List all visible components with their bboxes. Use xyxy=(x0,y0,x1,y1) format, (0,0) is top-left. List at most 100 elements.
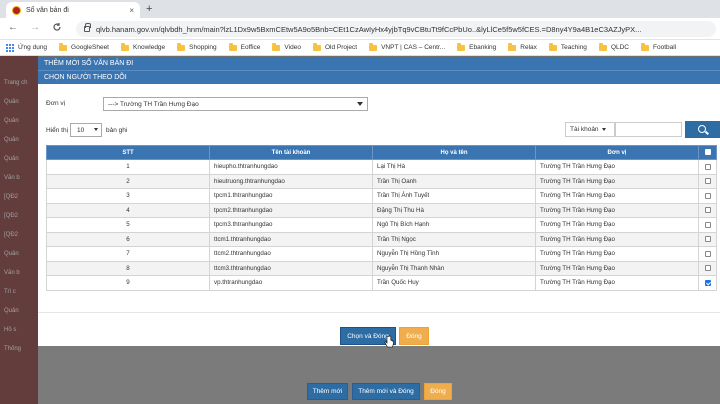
bookmark-label: QLDC xyxy=(610,44,629,51)
folder-icon xyxy=(228,42,237,51)
url-field[interactable]: qlvb.hanam.gov.vn/qlvbdh_hnm/main?lzL1Dx… xyxy=(76,21,716,37)
bookmark-item[interactable]: Video xyxy=(272,42,301,51)
bookmark-item[interactable]: QLDC xyxy=(598,42,629,51)
sidebar-item[interactable]: Văn b xyxy=(4,175,20,181)
table-row[interactable]: 6 ttcm1.thtranhungdao Trần Thị Ngọc Trường … xyxy=(46,231,717,247)
apps-grid-icon xyxy=(6,43,14,52)
close-tab-icon[interactable]: × xyxy=(129,6,134,15)
sidebar-item[interactable]: Trì c xyxy=(4,289,16,295)
site-favicon-icon xyxy=(12,5,21,15)
filter-field-select[interactable]: Tài khoản xyxy=(565,122,615,137)
cell-name: Đặng Thị Thu Hà xyxy=(372,202,536,218)
cell-unit: Trường TH Trần Hưng Đạo xyxy=(535,217,699,233)
apps-shortcut[interactable]: Ứng dụng xyxy=(6,43,47,52)
row-select-checkbox[interactable] xyxy=(698,188,717,204)
table-row[interactable]: 2 hieutruong.thtranhungdao Trần Thị Oanh Tr… xyxy=(46,173,717,189)
bookmark-item[interactable]: VNPT | CAS – Centr... xyxy=(369,42,446,51)
sidebar-item[interactable]: Quản xyxy=(4,137,19,143)
cell-stt: 1 xyxy=(46,159,210,175)
sidebar-item[interactable]: [QĐ2 xyxy=(4,194,18,200)
sidebar-item[interactable]: Quản xyxy=(4,251,19,257)
checked-checkbox-icon xyxy=(704,279,711,286)
bookmark-label: Knowledge xyxy=(133,44,166,51)
add-and-close-button[interactable]: Thêm mới và Đóng xyxy=(352,383,420,400)
select-all-checkbox[interactable] xyxy=(698,145,717,160)
bookmark-item[interactable]: Old Project xyxy=(312,42,358,51)
row-select-checkbox[interactable] xyxy=(698,231,717,247)
new-tab-button[interactable]: + xyxy=(146,3,152,15)
table-row[interactable]: 3 tpcm1.thtranhungdao Trần Thị Ánh Tuyết Tr… xyxy=(46,188,717,204)
cell-stt: 3 xyxy=(46,188,210,204)
bookmark-label: Shopping xyxy=(189,44,217,51)
folder-icon xyxy=(272,42,281,51)
table-row[interactable]: 8 ttcm3.thtranhungdao Nguyễn Thị Thanh Nhà… xyxy=(46,260,717,276)
sidebar-item[interactable]: Trang ch xyxy=(4,80,27,86)
bookmark-label: Video xyxy=(284,44,301,51)
bookmarks-bar: Ứng dụng GoogleSheet Knowledge Shopping Eoff… xyxy=(0,40,720,56)
cell-unit: Trường TH Trần Hưng Đạo xyxy=(535,188,699,204)
row-select-checkbox[interactable] xyxy=(698,159,717,175)
row-select-checkbox[interactable] xyxy=(698,246,717,262)
background-close-button[interactable]: Đóng xyxy=(424,383,452,400)
close-button[interactable]: Đóng xyxy=(399,327,429,345)
search-icon xyxy=(697,124,706,133)
sidebar-item[interactable]: [QĐ2 xyxy=(4,232,18,238)
sidebar-item[interactable]: Hồ s xyxy=(4,327,16,333)
folder-icon xyxy=(369,42,378,51)
cell-name: Lại Thị Hà xyxy=(372,159,536,175)
table-row[interactable]: 9 vp.thtranhungdao Trần Quốc Huy Trường TH … xyxy=(46,275,717,291)
row-select-checkbox[interactable] xyxy=(698,275,717,291)
sidebar-item[interactable]: Quản xyxy=(4,99,19,105)
add-new-button[interactable]: Thêm mới xyxy=(307,383,348,400)
page-length-select[interactable]: 10 xyxy=(70,123,102,137)
bookmark-item[interactable]: Football xyxy=(641,42,676,51)
row-select-checkbox[interactable] xyxy=(698,260,717,276)
bookmark-label: Relax xyxy=(520,44,537,51)
folder-icon xyxy=(312,42,321,51)
column-header-stt: STT xyxy=(46,145,210,160)
bookmark-label: Old Project xyxy=(324,44,358,51)
search-button[interactable] xyxy=(685,121,720,138)
cell-unit: Trường TH Trần Hưng Đạo xyxy=(535,231,699,247)
folder-icon xyxy=(598,42,607,51)
bookmark-item[interactable]: Knowledge xyxy=(121,42,166,51)
reload-icon[interactable] xyxy=(52,22,62,36)
sidebar-item[interactable]: [QĐ2 xyxy=(4,213,18,219)
bookmark-item[interactable]: Teaching xyxy=(548,42,587,51)
sidebar-item[interactable]: Quản xyxy=(4,308,19,314)
cell-unit: Trường TH Trần Hưng Đạo xyxy=(535,202,699,218)
browser-tab[interactable]: Sổ văn bản đi × xyxy=(6,2,140,18)
unit-select[interactable]: ---> Trường TH Trần Hưng Đạo xyxy=(103,97,368,111)
checkbox-icon xyxy=(704,149,711,156)
cell-stt: 7 xyxy=(46,246,210,262)
sidebar-item[interactable]: Quản xyxy=(4,118,19,124)
cell-stt: 5 xyxy=(46,217,210,233)
cell-unit: Trường TH Trần Hưng Đạo xyxy=(535,159,699,175)
bookmark-label: VNPT | CAS – Centr... xyxy=(381,44,446,51)
table-row[interactable]: 5 tpcm3.thtranhungdao Ngô Thị Bích Hạnh Trư… xyxy=(46,217,717,233)
row-select-checkbox[interactable] xyxy=(698,173,717,189)
forward-icon[interactable]: → xyxy=(30,22,40,34)
bookmark-item[interactable]: Ebanking xyxy=(457,42,496,51)
cell-stt: 8 xyxy=(46,260,210,276)
table-row[interactable]: 4 tpcm2.thtranhungdao Đặng Thị Thu Hà Trườn… xyxy=(46,202,717,218)
back-icon[interactable]: ← xyxy=(8,22,18,34)
sidebar-item[interactable]: Quản xyxy=(4,156,19,162)
filter-field-value: Tài khoản xyxy=(570,126,599,133)
records-label: bản ghi xyxy=(106,127,128,134)
folder-icon xyxy=(59,42,68,51)
hand-cursor-icon xyxy=(384,335,394,348)
cell-name: Trần Quốc Huy xyxy=(372,275,536,291)
bookmark-item[interactable]: Eoffice xyxy=(228,42,260,51)
table-row[interactable]: 7 ttcm2.thtranhungdao Nguyễn Thị Hồng Tĩnh… xyxy=(46,246,717,262)
bookmark-item[interactable]: Shopping xyxy=(177,42,217,51)
bookmark-item[interactable]: GoogleSheet xyxy=(59,42,109,51)
search-input[interactable] xyxy=(615,122,682,137)
row-select-checkbox[interactable] xyxy=(698,202,717,218)
sidebar-item[interactable]: Văn b xyxy=(4,270,20,276)
sidebar-item[interactable]: Thống xyxy=(4,346,21,352)
folder-icon xyxy=(548,42,557,51)
bookmark-item[interactable]: Relax xyxy=(508,42,537,51)
row-select-checkbox[interactable] xyxy=(698,217,717,233)
table-row[interactable]: 1 hieupho.thtranhungdao Lại Thị Hà Trường T… xyxy=(46,159,717,175)
